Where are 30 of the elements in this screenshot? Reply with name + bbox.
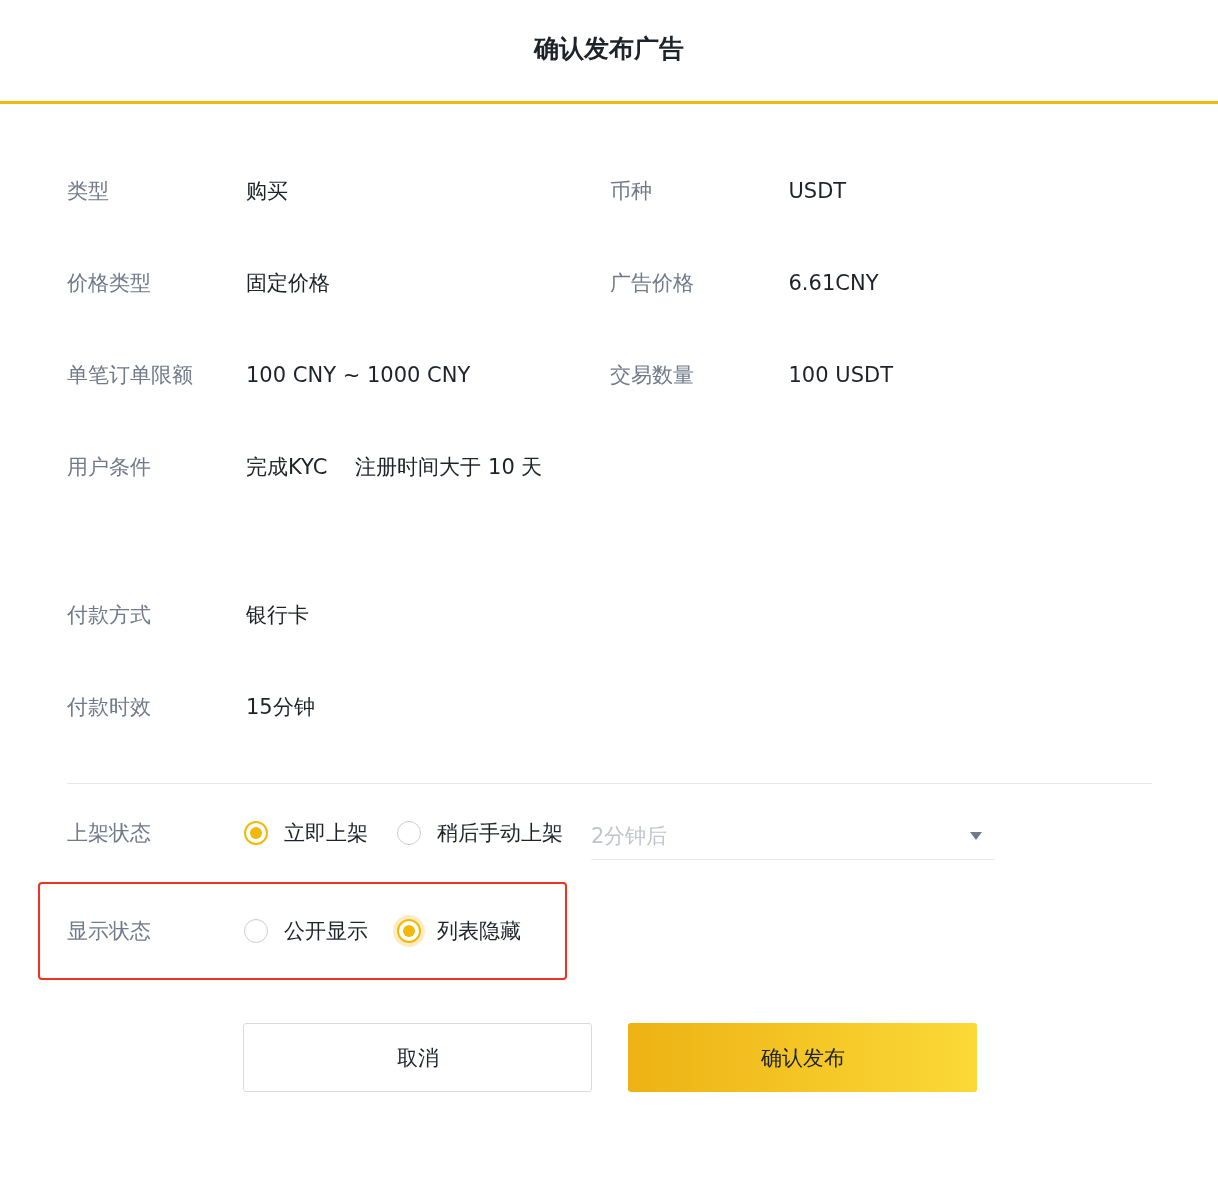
caret-icon: [970, 831, 982, 840]
field-value: 6.61CNY: [788, 271, 879, 295]
field-value: 完成KYC: [246, 454, 328, 481]
dialog-button[interactable]: 取消: [243, 1023, 592, 1092]
radio-option[interactable]: 公开显示: [244, 917, 368, 945]
field-label: 付款方式: [67, 602, 152, 629]
field-label: 币种: [609, 178, 653, 205]
select-placeholder: 2分钟后: [591, 822, 668, 850]
field-label: 付款时效: [67, 694, 152, 721]
field-label: 单笔订单限额: [67, 362, 194, 389]
field-value: 100 USDT: [788, 363, 893, 387]
field-value: USDT: [788, 179, 847, 203]
dialog-button[interactable]: 确认发布: [628, 1023, 977, 1092]
field-value: 15分钟: [246, 694, 315, 721]
field-label: 交易数量: [609, 362, 695, 389]
field-value: 购买: [246, 178, 288, 205]
radio-option[interactable]: 列表隐藏: [397, 917, 521, 945]
field-value: 银行卡: [246, 602, 309, 629]
field-value: 固定价格: [246, 270, 330, 297]
field-label: 广告价格: [609, 270, 695, 297]
radio-option[interactable]: 立即上架: [244, 819, 368, 847]
field-value: 注册时间大于 10 天: [355, 454, 543, 481]
field-label: 价格类型: [67, 270, 152, 297]
field-label: 类型: [67, 178, 110, 205]
dialog-title: 确认发布广告: [534, 33, 684, 65]
field-label: 显示状态: [67, 918, 152, 945]
field-value: 100 CNY ~ 1000 CNY: [246, 363, 471, 387]
field-label: 上架状态: [67, 820, 152, 847]
field-label: 用户条件: [67, 454, 152, 481]
radio-option[interactable]: 稍后手动上架: [397, 819, 563, 847]
